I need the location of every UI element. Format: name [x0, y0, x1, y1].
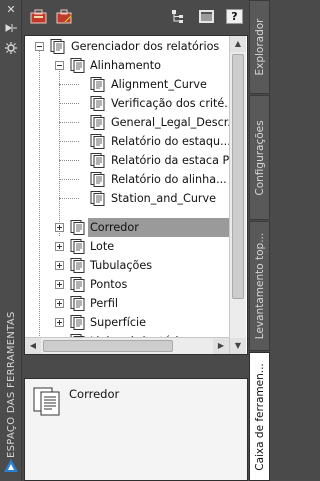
scroll-down-icon[interactable]: ▼	[230, 338, 246, 354]
panel-view-icon[interactable]	[198, 9, 215, 24]
expand-toggle[interactable]	[55, 223, 64, 232]
scroll-thumb[interactable]	[232, 54, 244, 299]
tree-item-perfil[interactable]: Perfil	[25, 294, 247, 313]
palette-title: ESPAÇO DAS FERRAMENTAS	[3, 258, 19, 458]
report-icon	[90, 115, 105, 130]
report-item-label: General_Legal_Descr...	[111, 116, 238, 129]
scroll-thumb[interactable]	[43, 340, 173, 352]
report-item-label: Relatório da estaca PI	[111, 154, 233, 167]
collapse-toggle[interactable]	[55, 61, 64, 70]
report-item[interactable]: Relatório do alinha...	[25, 170, 247, 189]
report-icon	[90, 191, 105, 206]
tree-item-label: Pontos	[90, 278, 128, 291]
vertical-scrollbar[interactable]: ▲ ▼	[229, 36, 246, 354]
palette-title-text: ESPAÇO DAS FERRAMENTAS	[6, 311, 17, 458]
report-folder-icon	[70, 277, 85, 292]
report-item-label: Verificação dos crité...	[111, 97, 235, 110]
tree-item-label: Lote	[90, 240, 115, 253]
tree-root[interactable]: Gerenciador dos relatórios	[25, 37, 247, 56]
report-icon	[90, 153, 105, 168]
scroll-up-icon[interactable]: ▲	[230, 36, 246, 52]
tab-label: Explorador	[253, 18, 266, 76]
tree-view-icon[interactable]	[170, 9, 187, 24]
report-folder-icon	[50, 39, 65, 54]
report-icon	[90, 77, 105, 92]
tab-explorador[interactable]: Explorador	[249, 0, 270, 94]
scroll-right-icon[interactable]: ▶	[213, 338, 229, 354]
expand-toggle[interactable]	[55, 318, 64, 327]
scroll-left-icon[interactable]: ◀	[25, 338, 41, 354]
left-tool-strip: ✕ ESPAÇO DAS FERRAMENTAS	[0, 0, 22, 481]
report-item[interactable]: Verificação dos crité...	[25, 94, 247, 113]
tree-item-alinhamento[interactable]: Alinhamento	[25, 56, 247, 75]
panel-splitter[interactable]	[22, 356, 248, 378]
tree-item-superficie[interactable]: Superfície	[25, 313, 247, 332]
help-icon[interactable]: ?	[226, 9, 243, 24]
tree-item-label: Alinhamento	[90, 59, 162, 72]
tab-configuracoes[interactable]: Configurações	[249, 95, 270, 220]
expand-toggle[interactable]	[55, 242, 64, 251]
tree-item-corredor[interactable]: Corredor	[25, 218, 247, 237]
tree-item-label: Tubulações	[90, 259, 153, 272]
pin-icon[interactable]	[4, 22, 18, 34]
tree-item-label: Perfil	[90, 297, 118, 310]
item-detail-panel: Corredor	[24, 378, 248, 481]
report-folder-icon	[70, 315, 85, 330]
expand-toggle[interactable]	[55, 299, 64, 308]
tree-root-label: Gerenciador dos relatórios	[71, 40, 220, 53]
expand-toggle[interactable]	[55, 261, 64, 270]
toolbar: ?	[22, 0, 248, 34]
report-item[interactable]: General_Legal_Descr...	[25, 113, 247, 132]
report-item[interactable]: Relatório da estaca PI	[25, 151, 247, 170]
report-folder-icon	[70, 220, 85, 235]
gear-icon[interactable]	[4, 42, 18, 54]
tree-item-label: Corredor	[88, 218, 229, 237]
tree-item-pontos[interactable]: Pontos	[25, 275, 247, 294]
tree-item-tubulacoes[interactable]: Tubulações	[25, 256, 247, 275]
tab-label: Caixa de ferramen...	[253, 362, 266, 471]
report-icon	[90, 96, 105, 111]
tab-label: Levantamento top...	[253, 232, 266, 340]
expand-toggle[interactable]	[55, 280, 64, 289]
detail-label: Corredor	[69, 387, 120, 401]
report-icon	[90, 172, 105, 187]
report-folder-icon	[70, 258, 85, 273]
edit-report-icon[interactable]	[56, 9, 73, 24]
report-folder-icon	[70, 58, 85, 73]
close-icon[interactable]: ✕	[4, 4, 18, 16]
report-tree: Gerenciador dos relatórios Alinhamento A…	[24, 35, 248, 355]
tree-item-lote[interactable]: Lote	[25, 237, 247, 256]
collapse-toggle[interactable]	[35, 42, 44, 51]
tab-levantamento[interactable]: Levantamento top...	[249, 221, 270, 351]
report-item[interactable]: Alignment_Curve	[25, 75, 247, 94]
prospector-open-icon[interactable]	[30, 9, 47, 24]
report-icon	[90, 134, 105, 149]
report-item[interactable]: Relatório do estaqu...	[25, 132, 247, 151]
report-item-label: Alignment_Curve	[111, 78, 207, 91]
report-item[interactable]: Station_and_Curve	[25, 189, 247, 208]
report-item-label: Relatório do alinha...	[111, 173, 227, 186]
tree-item-label: Superfície	[90, 316, 146, 329]
report-item-label: Relatório do estaqu...	[111, 135, 231, 148]
report-folder-icon	[70, 239, 85, 254]
report-folder-icon	[70, 296, 85, 311]
right-tab-strip: Explorador Configurações Levantamento to…	[249, 0, 270, 481]
tab-caixa-ferramentas[interactable]: Caixa de ferramen...	[249, 352, 270, 481]
civil3d-logo-icon[interactable]	[3, 458, 19, 474]
report-item-label: Station_and_Curve	[111, 192, 217, 205]
tab-label: Configurações	[253, 119, 266, 196]
horizontal-scrollbar[interactable]: ◀ ▶	[25, 337, 229, 354]
report-folder-icon	[33, 387, 60, 416]
